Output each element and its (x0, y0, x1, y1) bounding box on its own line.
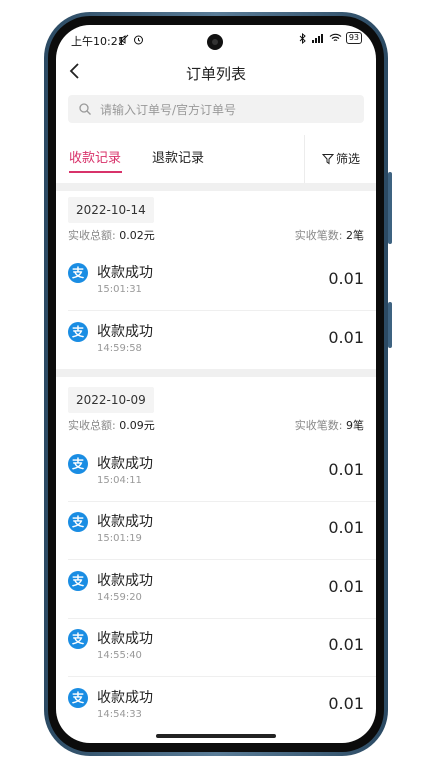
alipay-icon: 支 (68, 688, 88, 708)
alipay-icon: 支 (68, 512, 88, 532)
record-time: 14:59:20 (97, 592, 142, 603)
mute-icon (118, 34, 129, 44)
row-divider (68, 676, 376, 677)
power-button (388, 302, 392, 348)
total-value: 0.09元 (119, 419, 155, 432)
alipay-icon: 支 (68, 571, 88, 591)
system-indicators: 93 (299, 32, 362, 44)
alipay-icon: 支 (68, 322, 88, 342)
alipay-icon: 支 (68, 263, 88, 283)
tab-divider (304, 135, 305, 183)
group-date: 2022-10-09 (68, 387, 154, 413)
notification-icons (118, 32, 144, 45)
total-value: 0.02元 (119, 229, 155, 242)
search-input[interactable] (98, 99, 352, 121)
record-status: 收款成功 (97, 690, 153, 706)
tab-bar: 收款记录 退款记录 筛选 (56, 135, 376, 183)
filter-icon (322, 153, 334, 164)
record-status: 收款成功 (97, 456, 153, 472)
front-camera (207, 34, 223, 50)
total-label: 实收总额: (68, 419, 116, 432)
total-label: 实收总额: (68, 229, 116, 242)
alipay-icon: 支 (68, 454, 88, 474)
list-item[interactable]: 支 收款成功 14:54:33 0.01 (56, 678, 376, 736)
record-status: 收款成功 (97, 324, 153, 340)
record-amount: 0.01 (328, 518, 364, 537)
group-summary: 实收总额: 0.02元 实收笔数: 2笔 (68, 227, 364, 245)
record-amount: 0.01 (328, 328, 364, 347)
record-time: 14:54:33 (97, 709, 142, 720)
record-amount: 0.01 (328, 694, 364, 713)
app-screen: 上午10:21 93 订单列表 请输入订单号/官方订单号 收款记录 退款记录 筛… (56, 25, 376, 743)
battery-icon: 93 (345, 32, 362, 44)
count-value: 9笔 (346, 419, 364, 432)
list-item[interactable]: 支 收款成功 14:55:40 0.01 (56, 619, 376, 677)
search-icon (79, 103, 91, 115)
tab-payments[interactable]: 收款记录 (69, 147, 121, 166)
list-item[interactable]: 支 收款成功 14:59:20 0.01 (56, 561, 376, 619)
volume-button (388, 172, 392, 244)
alipay-icon: 支 (68, 629, 88, 649)
record-status: 收款成功 (97, 514, 153, 530)
group-date: 2022-10-14 (68, 197, 154, 223)
tab-refunds[interactable]: 退款记录 (152, 147, 204, 166)
filter-label: 筛选 (336, 152, 361, 166)
status-time: 上午10:21 (71, 35, 125, 48)
record-status: 收款成功 (97, 265, 153, 281)
record-amount: 0.01 (328, 577, 364, 596)
bluetooth-icon (299, 32, 306, 44)
list-item[interactable]: 支 收款成功 15:04:11 0.01 (56, 444, 376, 502)
count-label: 实收笔数: (294, 419, 343, 432)
row-divider (68, 559, 376, 560)
list-item[interactable]: 支 收款成功 15:01:31 0.01 (56, 253, 376, 311)
record-amount: 0.01 (328, 269, 364, 288)
section-gap (56, 183, 376, 191)
record-amount: 0.01 (328, 460, 364, 479)
list-item[interactable]: 支 收款成功 14:59:58 0.01 (56, 312, 376, 370)
active-tab-indicator (69, 171, 122, 173)
wifi-icon (329, 33, 342, 42)
count-label: 实收笔数: (294, 229, 343, 242)
record-time: 15:01:19 (97, 533, 142, 544)
count-value: 2笔 (346, 229, 364, 242)
record-status: 收款成功 (97, 631, 153, 647)
list-item[interactable]: 支 收款成功 15:01:19 0.01 (56, 502, 376, 560)
signal-icon (311, 34, 323, 43)
record-time: 15:04:11 (97, 475, 142, 486)
home-indicator[interactable] (156, 734, 276, 738)
group-summary: 实收总额: 0.09元 实收笔数: 9笔 (68, 417, 364, 435)
record-time: 14:55:40 (97, 650, 142, 661)
alarm-icon (133, 35, 143, 44)
nav-header: 订单列表 (56, 55, 376, 91)
page-title: 订单列表 (185, 65, 246, 83)
section-gap (56, 369, 376, 377)
record-amount: 0.01 (328, 635, 364, 654)
record-time: 15:01:31 (97, 284, 142, 295)
record-status: 收款成功 (97, 573, 153, 589)
row-divider (68, 310, 376, 311)
status-bar: 上午10:21 93 (56, 25, 376, 55)
search-bar[interactable] (68, 95, 364, 123)
record-time: 14:59:58 (97, 343, 142, 354)
filter-button[interactable]: 筛选 (322, 150, 360, 167)
